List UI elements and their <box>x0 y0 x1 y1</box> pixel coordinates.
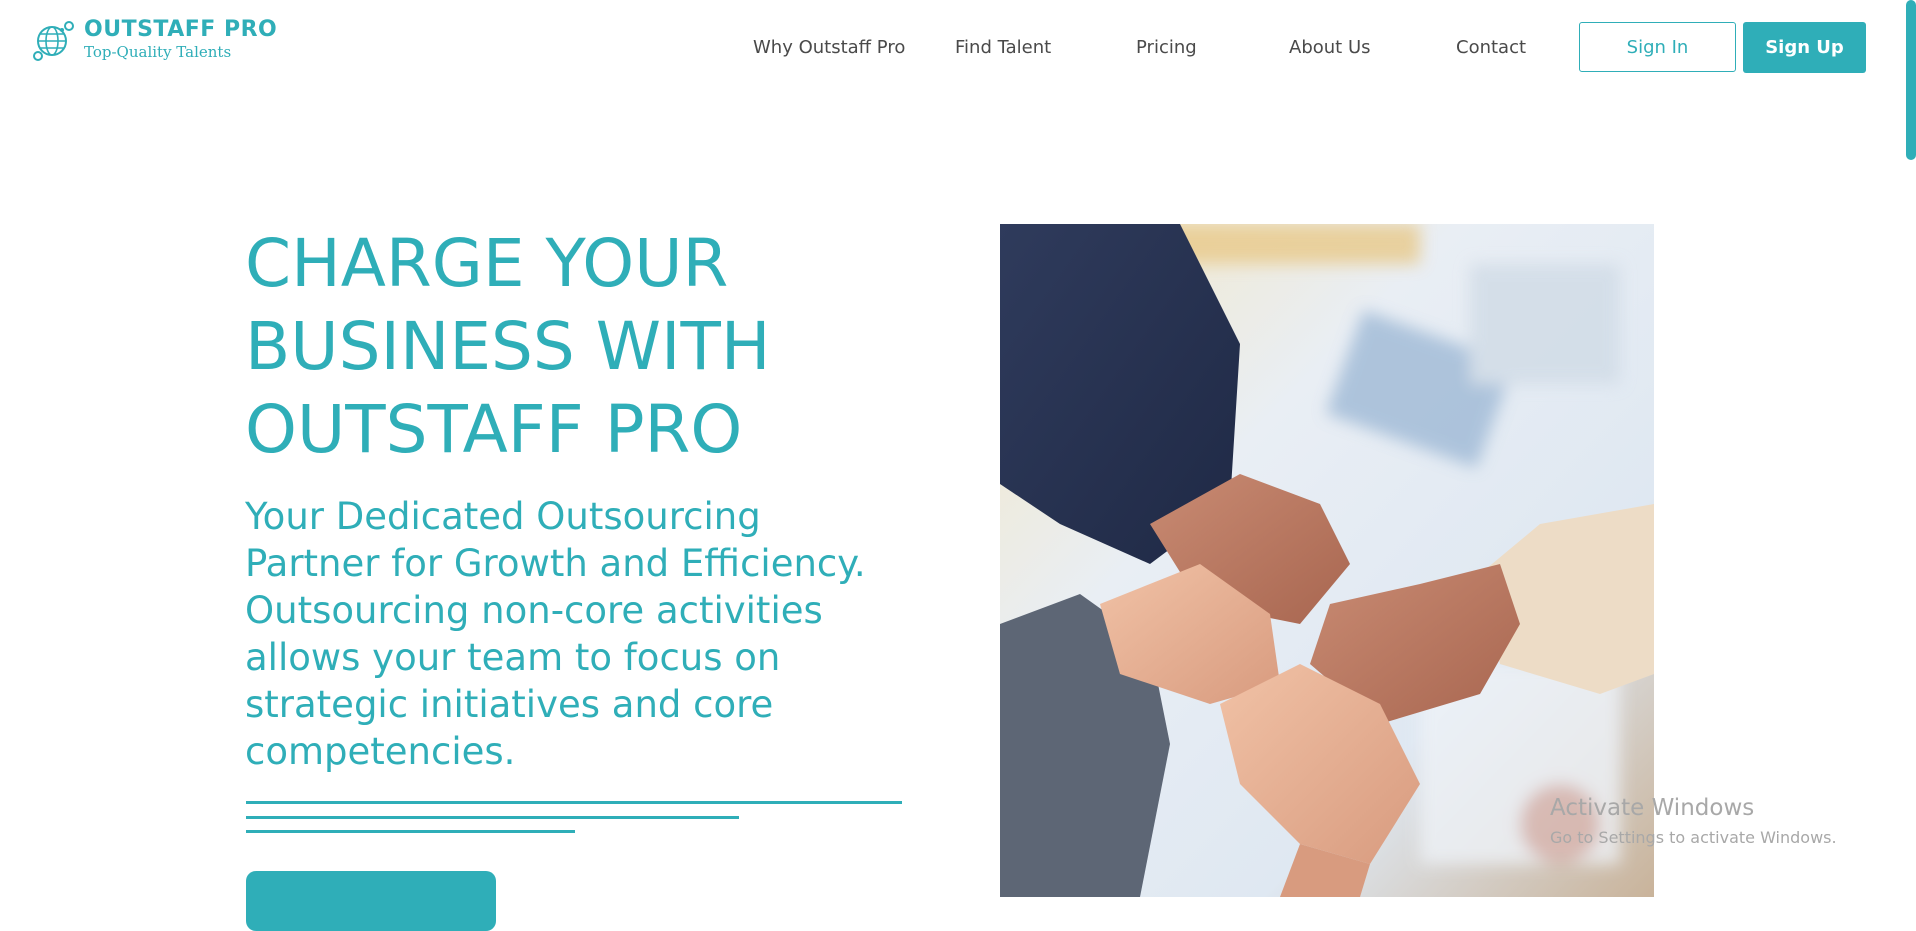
hero-subtitle-line: competencies. <box>245 730 516 773</box>
brand-text: OUTSTAFF PRO Top-Quality Talents <box>84 17 278 62</box>
decorative-line <box>246 830 575 833</box>
hero-subtitle-line: Partner for Growth and Efficiency. <box>245 542 866 585</box>
activate-windows-title: Activate Windows <box>1550 795 1755 821</box>
nav-link-find-talent[interactable]: Find Talent <box>955 37 1051 58</box>
nav-link-contact[interactable]: Contact <box>1456 37 1526 58</box>
hero-title-line: BUSINESS WITH <box>245 308 771 385</box>
sign-up-button[interactable]: Sign Up <box>1743 22 1866 73</box>
decorative-line <box>246 816 739 819</box>
hero-cta-button[interactable] <box>246 871 496 931</box>
nav-link-pricing[interactable]: Pricing <box>1136 37 1197 58</box>
decorative-line <box>246 801 902 804</box>
hero-subtitle-line: Your Dedicated Outsourcing <box>245 495 761 538</box>
globe-network-icon <box>33 21 74 61</box>
activate-windows-subtitle: Go to Settings to activate Windows. <box>1550 828 1837 847</box>
hero-subtitle: Your Dedicated Outsourcing Partner for G… <box>245 493 925 775</box>
site-header: OUTSTAFF PRO Top-Quality Talents Why Out… <box>0 0 1916 96</box>
brand-name: OUTSTAFF PRO <box>84 17 278 42</box>
hero-title-line: OUTSTAFF PRO <box>245 391 743 468</box>
sign-in-button[interactable]: Sign In <box>1579 22 1736 72</box>
hero-title-line: CHARGE YOUR <box>245 225 729 302</box>
brand-logo[interactable]: OUTSTAFF PRO Top-Quality Talents <box>32 18 277 62</box>
activate-windows-watermark: Activate Windows Go to Settings to activ… <box>1550 794 1837 850</box>
hero-subtitle-line: strategic initiatives and core <box>245 683 774 726</box>
hero-subtitle-line: allows your team to focus on <box>245 636 781 679</box>
hero-subtitle-line: Outsourcing non-core activities <box>245 589 823 632</box>
scrollbar-thumb[interactable] <box>1906 0 1916 160</box>
hero-title: CHARGE YOUR BUSINESS WITH OUTSTAFF PRO <box>245 222 865 471</box>
page-scrollbar[interactable] <box>1904 0 1916 897</box>
nav-link-about-us[interactable]: About Us <box>1289 37 1371 58</box>
brand-tagline: Top-Quality Talents <box>84 43 232 61</box>
nav-link-why-outstaff-pro[interactable]: Why Outstaff Pro <box>753 37 905 58</box>
